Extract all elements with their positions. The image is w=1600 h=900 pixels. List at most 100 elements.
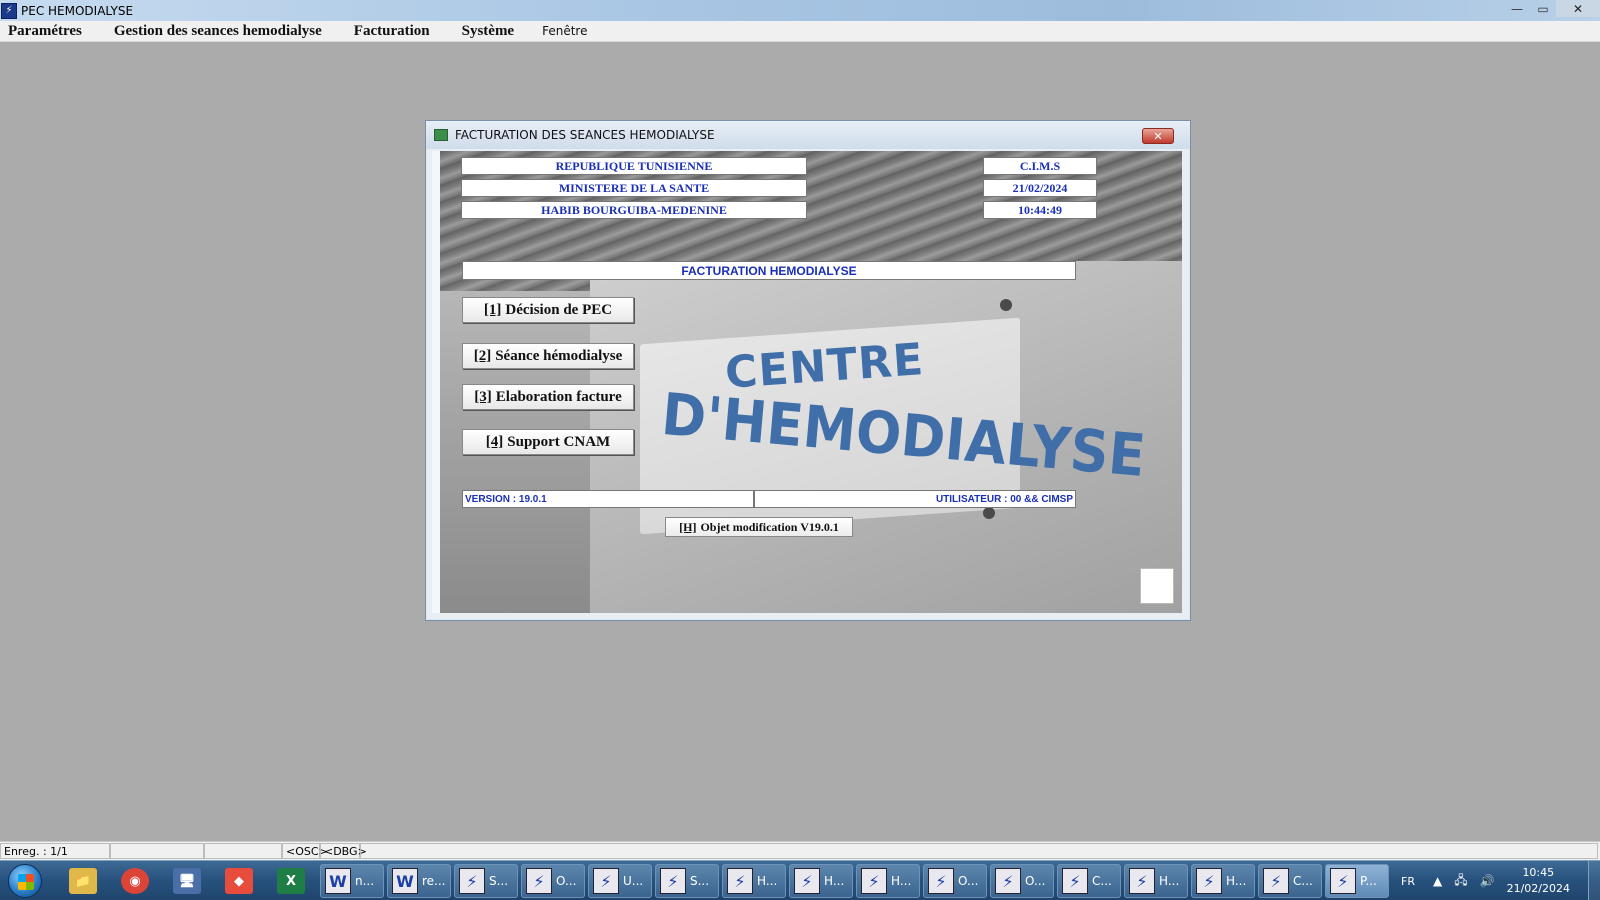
start-button[interactable] xyxy=(8,864,42,898)
menu-facturation[interactable]: Facturation xyxy=(354,23,430,40)
app-icon: ⚡ xyxy=(1196,868,1222,894)
volume-icon[interactable]: 🔊 xyxy=(1480,874,1495,888)
app-icon: ⚡ xyxy=(526,868,552,894)
taskbar-item[interactable]: ⚡ H... xyxy=(1191,864,1255,898)
app-icon: ⚡ xyxy=(593,868,619,894)
taskbar-item-active[interactable]: ⚡ P... xyxy=(1325,864,1389,898)
elaboration-facture-label: Elaboration facture xyxy=(495,388,622,405)
taskbar-item[interactable]: W n... xyxy=(320,864,384,898)
elaboration-facture-button[interactable]: [3] Elaboration facture xyxy=(462,384,634,410)
taskbar-item-label: S... xyxy=(489,874,509,888)
window-controls: — ▭ ✕ xyxy=(1504,0,1600,18)
status-cell-empty xyxy=(360,843,1598,859)
app-icon: ⚡ xyxy=(1,2,17,19)
sign-bolt xyxy=(983,507,995,519)
dialog-left-strip xyxy=(432,151,440,613)
taskbar-item-label: C... xyxy=(1092,874,1112,888)
taskbar-item[interactable]: ⚡ H... xyxy=(856,864,920,898)
taskbar-item-label: H... xyxy=(757,874,778,888)
explorer-pin[interactable]: 📁 xyxy=(60,864,106,898)
taskbar-item[interactable]: ⚡ S... xyxy=(655,864,719,898)
version-label: VERSION : 19.0.1 xyxy=(462,490,754,508)
taskbar-item[interactable]: ⚡ O... xyxy=(923,864,987,898)
taskbar-item-label: H... xyxy=(1159,874,1180,888)
close-button[interactable]: ✕ xyxy=(1556,0,1600,17)
taskbar-item-label: H... xyxy=(1226,874,1247,888)
show-hidden-icons-icon[interactable]: ▲ xyxy=(1433,874,1442,888)
seance-hemodialyse-key: [2] xyxy=(473,347,492,364)
taskbar: 📁 ◉ 🖥 ◆ X W n... W re... ⚡ S... ⚡ O... ⚡… xyxy=(0,860,1600,900)
decision-pec-key: [1] xyxy=(483,301,502,318)
clock-time: 10:45 xyxy=(1522,866,1555,879)
header-country: REPUBLIQUE TUNISIENNE xyxy=(461,157,807,175)
taskbar-item[interactable]: ⚡ C... xyxy=(1258,864,1322,898)
taskbar-item[interactable]: ⚡ H... xyxy=(1124,864,1188,898)
network-icon[interactable]: 🖧 xyxy=(1454,871,1467,892)
seance-hemodialyse-button[interactable]: [2] Séance hémodialyse xyxy=(462,343,634,369)
taskbar-item-label: O... xyxy=(556,874,577,888)
chrome-icon: ◉ xyxy=(121,868,149,894)
language-indicator[interactable]: FR xyxy=(1401,875,1415,888)
app-icon: ⚡ xyxy=(928,868,954,894)
dialog-titlebar: FACTURATION DES SEANCES HEMODIALYSE ✕ xyxy=(426,121,1190,149)
anydesk-icon: ◆ xyxy=(225,868,253,894)
osc-indicator: <OSC> xyxy=(282,843,328,859)
header-hospital: HABIB BOURGUIBA-MEDENINE xyxy=(461,201,807,219)
dbg-indicator: <DBG> xyxy=(320,843,367,859)
app-icon: ⚡ xyxy=(1263,868,1289,894)
taskbar-item[interactable]: ⚡ H... xyxy=(722,864,786,898)
support-cnam-key: [4] xyxy=(485,433,504,450)
dialog-close-button[interactable]: ✕ xyxy=(1142,128,1174,144)
user-label: UTILISATEUR : 00 && CIMSP xyxy=(754,490,1076,508)
windows-logo-icon xyxy=(18,874,34,890)
decision-pec-button[interactable]: [1] Décision de PEC xyxy=(462,297,634,323)
menu-gestion-seances[interactable]: Gestion des seances hemodialyse xyxy=(114,23,322,40)
excel-pin[interactable]: X xyxy=(268,864,314,898)
taskbar-item[interactable]: ⚡ S... xyxy=(454,864,518,898)
app-titlebar: ⚡ PEC HEMODIALYSE — ▭ ✕ xyxy=(0,0,1600,21)
taskbar-item-label: n... xyxy=(355,874,375,888)
taskbar-item[interactable]: ⚡ H... xyxy=(789,864,853,898)
app-icon: ⚡ xyxy=(794,868,820,894)
taskbar-item[interactable]: ⚡ U... xyxy=(588,864,652,898)
dialog-title: FACTURATION DES SEANCES HEMODIALYSE xyxy=(455,128,715,142)
taskbar-item[interactable]: W re... xyxy=(387,864,451,898)
menu-systeme[interactable]: Système xyxy=(462,23,515,40)
objet-modification-button[interactable]: [H] Objet modification V19.0.1 xyxy=(665,517,853,537)
facturation-dialog: FACTURATION DES SEANCES HEMODIALYSE ✕ CE… xyxy=(425,120,1191,621)
menu-parametres[interactable]: Paramétres xyxy=(8,23,82,40)
taskbar-item-label: P... xyxy=(1360,874,1377,888)
word-icon: W xyxy=(392,868,418,894)
remote-desktop-icon: 🖥 xyxy=(173,868,201,894)
taskbar-item-label: C... xyxy=(1293,874,1313,888)
objet-modification-key: [H] xyxy=(679,519,697,534)
support-cnam-button[interactable]: [4] Support CNAM xyxy=(462,429,634,455)
show-desktop-button[interactable] xyxy=(1588,861,1600,900)
system-tray: FR ▲ 🖧 🔊 10:45 21/02/2024 xyxy=(1401,861,1600,900)
dialog-body: CENTRE D'HEMODIALYSE REPUBLIQUE TUNISIEN… xyxy=(440,151,1182,613)
app-icon: ⚡ xyxy=(995,868,1021,894)
objet-modification-label: Objet modification V19.0.1 xyxy=(700,519,839,534)
support-cnam-label: Support CNAM xyxy=(507,433,611,450)
app-icon: ⚡ xyxy=(459,868,485,894)
taskbar-item-label: S... xyxy=(690,874,710,888)
menubar: Paramétres Gestion des seances hemodialy… xyxy=(0,21,1600,42)
taskbar-item-label: H... xyxy=(824,874,845,888)
seance-hemodialyse-label: Séance hémodialyse xyxy=(495,347,623,364)
chrome-pin[interactable]: ◉ xyxy=(112,864,158,898)
menu-fenetre[interactable]: Fenêtre xyxy=(542,24,587,38)
anydesk-pin[interactable]: ◆ xyxy=(216,864,262,898)
minimize-button[interactable]: — xyxy=(1504,0,1530,17)
dialog-icon xyxy=(434,129,448,141)
taskbar-item[interactable]: ⚡ C... xyxy=(1057,864,1121,898)
remote-desktop-pin[interactable]: 🖥 xyxy=(164,864,210,898)
statusbar: Enreg. : 1/1 <OSC> <DBG> xyxy=(0,841,1600,860)
restore-button[interactable]: ▭ xyxy=(1530,0,1556,17)
taskbar-item-label: O... xyxy=(1025,874,1046,888)
taskbar-item[interactable]: ⚡ O... xyxy=(990,864,1054,898)
clock[interactable]: 10:45 21/02/2024 xyxy=(1507,865,1570,897)
record-counter: Enreg. : 1/1 xyxy=(0,843,110,859)
word-icon: W xyxy=(325,868,351,894)
clock-date: 21/02/2024 xyxy=(1506,882,1570,895)
taskbar-item[interactable]: ⚡ O... xyxy=(521,864,585,898)
